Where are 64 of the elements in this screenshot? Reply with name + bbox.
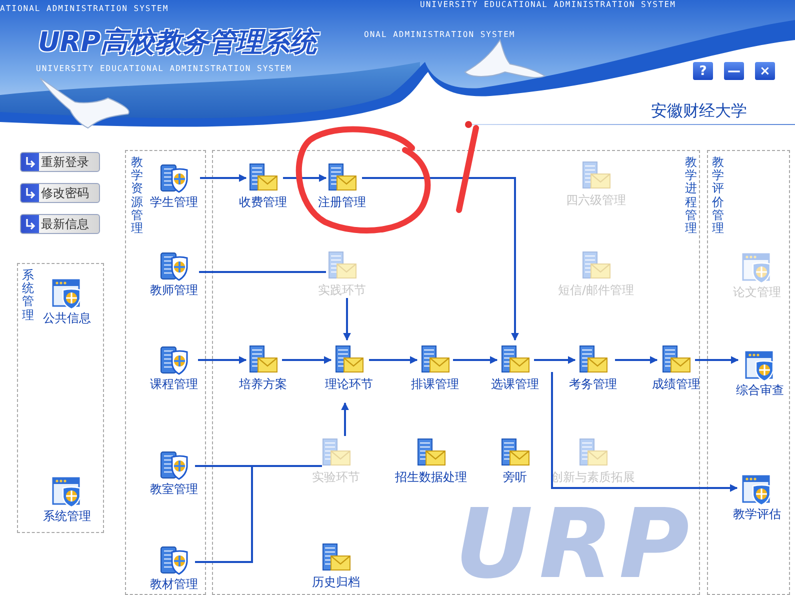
side-button[interactable]: 重新登录 (20, 152, 100, 172)
section-title: 教学评价管理 (712, 156, 724, 236)
window-shield-icon[interactable] (51, 476, 83, 508)
module-link[interactable]: 考务管理 (569, 377, 617, 391)
return-arrow-icon (24, 156, 36, 168)
shield-icon[interactable] (158, 344, 190, 376)
connector-arrow (198, 356, 247, 364)
module-link[interactable]: 教师管理 (150, 283, 198, 297)
module-link[interactable]: 成绩管理 (652, 377, 700, 391)
section-title: 教学进程管理 (685, 156, 697, 236)
module-link[interactable]: 公共信息 (43, 311, 91, 325)
module-link[interactable]: 系统管理 (43, 509, 91, 523)
module-link[interactable]: 教学评估 (733, 507, 781, 521)
window-shield-icon[interactable] (741, 474, 773, 506)
module-link: 短信/邮件管理 (558, 283, 634, 297)
module-link: 论文管理 (733, 285, 781, 299)
connector-arrow (453, 356, 498, 364)
module-link[interactable]: 教材管理 (150, 577, 198, 591)
return-arrow-icon (24, 218, 36, 230)
section-title: 教学资源管理 (131, 156, 143, 236)
module-link: 实践环节 (318, 283, 366, 297)
connector-arrow (695, 356, 739, 364)
close-button[interactable]: × (754, 61, 776, 81)
connector-arrow (343, 298, 351, 341)
module-link: 实验环节 (312, 470, 360, 484)
return-arrow-icon (24, 187, 36, 199)
module-link[interactable]: 教室管理 (150, 482, 198, 496)
banner-text: ATIONAL ADMINISTRATION SYSTEM (0, 4, 169, 14)
module-link[interactable]: 课程管理 (150, 377, 198, 391)
shield-icon[interactable] (158, 544, 190, 576)
background-logo: URP (455, 498, 696, 590)
module-link[interactable]: 综合审查 (736, 383, 784, 397)
module-link[interactable]: 招生数据处理 (395, 470, 467, 484)
module-link[interactable]: 历史归档 (312, 575, 360, 589)
university-name: 安徽财经大学 (651, 101, 747, 122)
banner-text: ONAL ADMINISTRATION SYSTEM (364, 30, 516, 40)
window-shield-icon[interactable] (51, 278, 83, 310)
module-link[interactable]: 培养方案 (239, 377, 287, 391)
module-link[interactable]: 理论环节 (325, 377, 373, 391)
section-title: 系统管理 (22, 269, 34, 322)
banner-text: UNIVERSITY EDUCATIONAL ADMINISTRATION SYSTEM (36, 64, 292, 74)
shield-icon[interactable] (158, 162, 190, 194)
module-link[interactable]: 学生管理 (150, 195, 198, 209)
side-button[interactable]: 最新信息 (20, 214, 100, 234)
module-link[interactable]: 收费管理 (239, 195, 287, 209)
shield-icon[interactable] (158, 449, 190, 481)
module-link[interactable]: 选课管理 (491, 377, 539, 391)
banner-text: UNIVERSITY EDUCATIONAL ADMINISTRATION SYSTEM (420, 0, 676, 10)
connector-arrow (534, 356, 576, 364)
side-button[interactable]: 修改密码 (20, 183, 100, 203)
connector-arrow (200, 174, 247, 182)
connector-arrow (615, 356, 658, 364)
window-shield-icon[interactable] (744, 350, 776, 382)
help-button[interactable]: ? (692, 61, 714, 81)
shield-icon[interactable] (158, 250, 190, 282)
connector-arrow (283, 174, 327, 182)
connector-arrow (282, 356, 332, 364)
connector-arrow (369, 356, 418, 364)
module-link[interactable]: 旁听 (503, 470, 527, 484)
module-link[interactable]: 注册管理 (318, 195, 366, 209)
minimize-button[interactable]: — (723, 61, 745, 81)
module-link: 四六级管理 (566, 193, 626, 207)
connector-arrow (341, 402, 349, 436)
module-link[interactable]: 排课管理 (411, 377, 459, 391)
